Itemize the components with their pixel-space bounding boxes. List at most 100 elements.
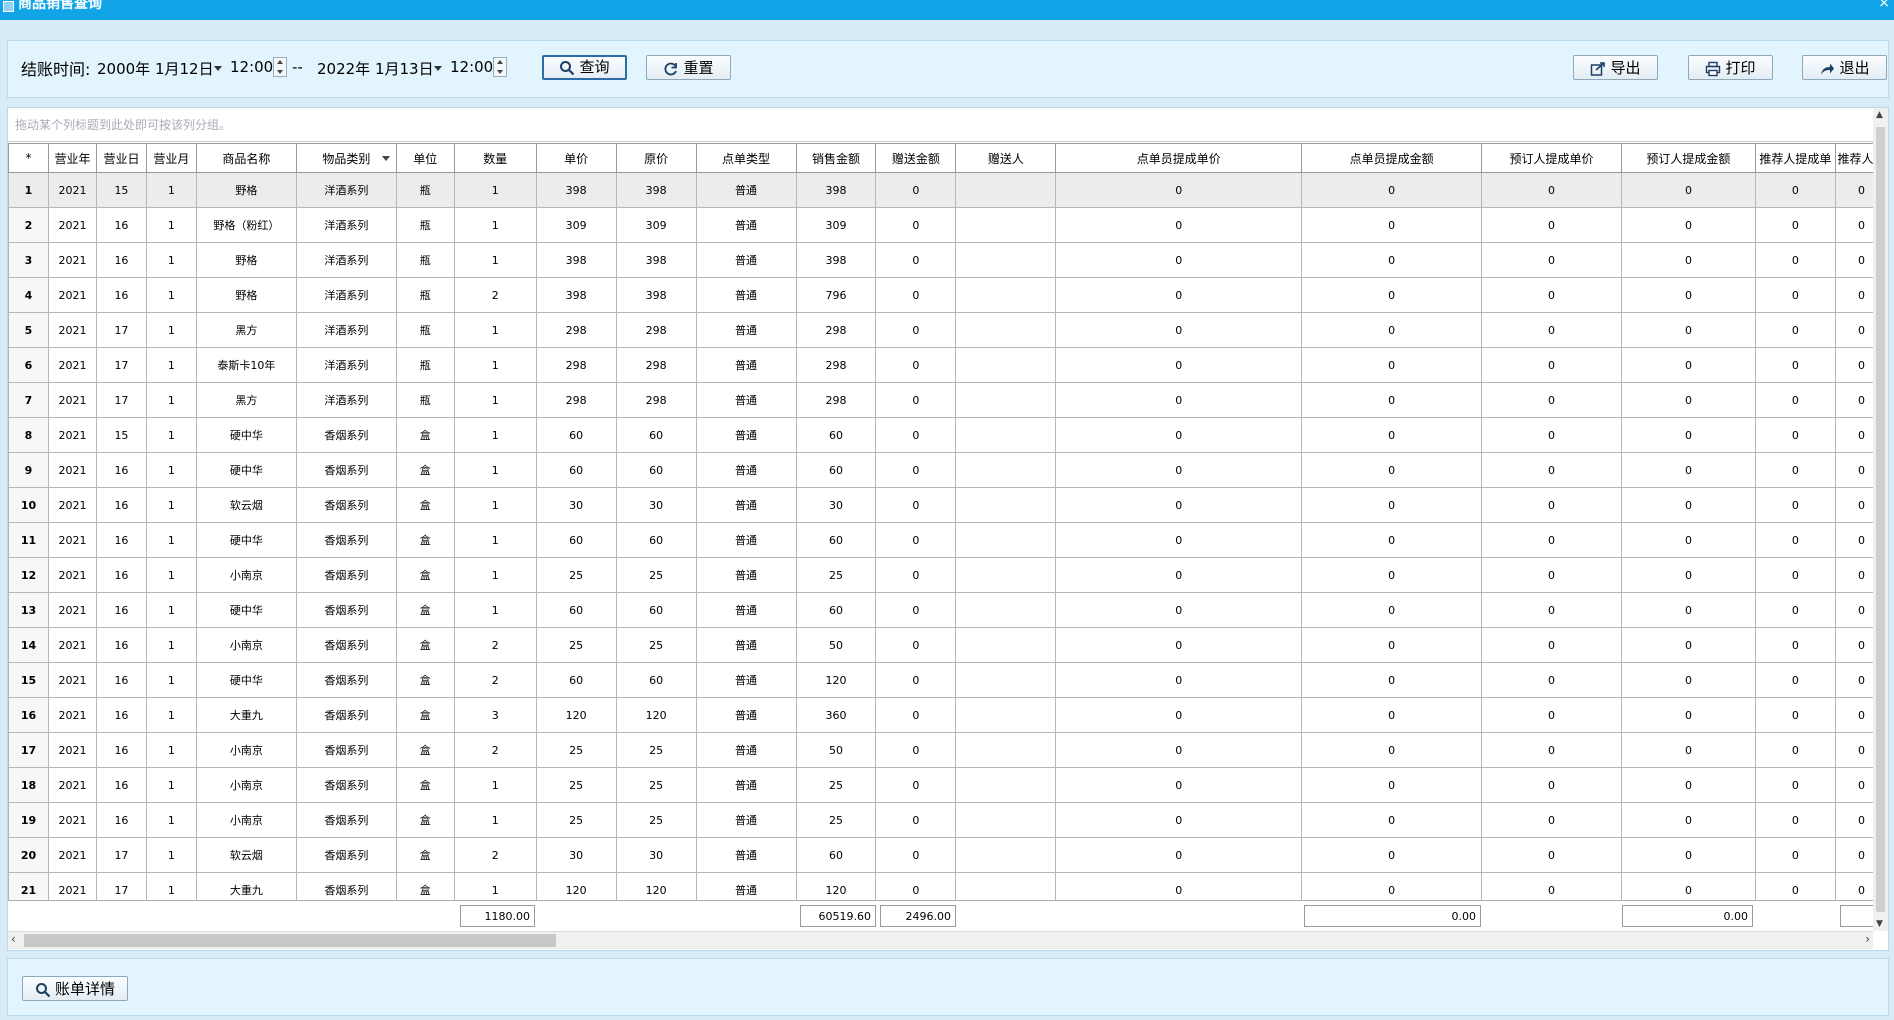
table-row[interactable]: 14 2021 16 1 小南京 香烟系列盒 2 25 25 普通 50 0 0 0 0 0 0 0 <box>8 627 1888 663</box>
table-cell: 1 <box>145 557 197 593</box>
table-row[interactable]: 2 2021 16 1 野格（粉红） 洋酒系列瓶 1 309 309 普通 309 0 0 0 0 0 0 0 <box>8 207 1888 243</box>
column-header[interactable]: 点单类型 <box>695 143 797 173</box>
table-cell: 0 <box>1055 487 1303 523</box>
query-button[interactable]: 查询 <box>542 55 627 80</box>
filter-dropdown-icon[interactable] <box>381 156 390 161</box>
group-by-drop-area[interactable]: 拖动某个列标题到此处即可按该列分组。 <box>8 108 1888 142</box>
table-cell: 0 <box>1055 417 1303 453</box>
scroll-left-icon[interactable]: ‹ <box>11 932 16 946</box>
table-row[interactable]: 7 2021 17 1 黑方 洋酒系列瓶 1 298 298 普通 298 0 0 0 0 0 0 0 <box>8 382 1888 418</box>
table-cell: 1 <box>145 732 197 768</box>
start-date-picker[interactable]: 2000年 1月12日 <box>97 58 214 79</box>
table-row[interactable]: 1 2021 15 1 野格 洋酒系列瓶 1 398 398 普通 398 0 0 0 0 0 0 0 <box>8 172 1888 208</box>
column-header[interactable]: 预订人提成金额 <box>1620 143 1756 173</box>
chevron-down-icon[interactable] <box>214 66 222 71</box>
start-time-input[interactable]: 12:00 <box>230 58 273 76</box>
table-cell: 15 <box>95 172 147 208</box>
print-button[interactable]: 打印 <box>1688 55 1773 80</box>
column-header[interactable]: 物品类别 <box>295 143 397 173</box>
table-row[interactable]: 11 2021 16 1 硬中华 香烟系列盒 1 60 60 普通 60 0 0 0 0 0 0 0 <box>8 522 1888 558</box>
table-cell: 1 <box>453 452 537 488</box>
column-header[interactable]: 销售金额 <box>795 143 877 173</box>
table-cell: 0 <box>1620 277 1756 313</box>
exit-button[interactable]: 退出 <box>1802 55 1887 80</box>
table-row[interactable]: 16 2021 16 1 大重九 香烟系列盒 3 120 120 普通 360 0 0 0 0 0 0 0 <box>8 697 1888 733</box>
table-row[interactable]: 20 2021 17 1 软云烟 香烟系列盒 2 30 30 普通 60 0 0 0 0 0 0 0 <box>8 837 1888 873</box>
row-number: 10 <box>8 487 49 523</box>
bill-detail-button[interactable]: 账单详情 <box>22 976 128 1001</box>
table-cell: 0 <box>1055 767 1303 803</box>
table-row[interactable]: 10 2021 16 1 软云烟 香烟系列盒 1 30 30 普通 30 0 0 0 0 0 0 0 <box>8 487 1888 523</box>
end-date-picker[interactable]: 2022年 1月13日 <box>317 58 434 79</box>
column-header[interactable]: 原价 <box>615 143 697 173</box>
column-header[interactable]: 预订人提成单价 <box>1481 143 1622 173</box>
table-cell: 0 <box>1481 242 1622 278</box>
vertical-scrollbar[interactable]: ▲ ▼ <box>1873 108 1888 931</box>
horizontal-scrollbar[interactable]: ‹ › <box>8 931 1873 949</box>
table-cell: 1 <box>145 487 197 523</box>
table-cell: 普通 <box>695 837 797 873</box>
table-cell: 0 <box>1481 732 1622 768</box>
table-row[interactable]: 5 2021 17 1 黑方 洋酒系列瓶 1 298 298 普通 298 0 0 0 0 0 0 0 <box>8 312 1888 348</box>
scroll-down-icon[interactable]: ▼ <box>1876 919 1883 929</box>
table-cell: 1 <box>145 837 197 873</box>
column-header[interactable]: 营业月 <box>145 143 197 173</box>
table-cell: 30 <box>795 487 877 523</box>
scroll-right-icon[interactable]: › <box>1865 932 1870 946</box>
close-icon[interactable]: × <box>1878 0 1890 11</box>
table-row[interactable]: 19 2021 16 1 小南京 香烟系列盒 1 25 25 普通 25 0 0 0 0 0 0 0 <box>8 802 1888 838</box>
column-header[interactable]: 赠送金额 <box>875 143 957 173</box>
table-cell: 0 <box>875 242 957 278</box>
column-header[interactable]: 数量 <box>453 143 537 173</box>
start-time-spinner[interactable] <box>273 57 287 77</box>
table-cell: 瓶 <box>395 382 455 418</box>
table-cell: 17 <box>95 312 147 348</box>
table-row[interactable]: 13 2021 16 1 硬中华 香烟系列盒 1 60 60 普通 60 0 0 0 0 0 0 0 <box>8 592 1888 628</box>
horizontal-scroll-thumb[interactable] <box>24 934 556 947</box>
table-cell: 0 <box>1301 627 1483 663</box>
table-cell: 0 <box>1620 417 1756 453</box>
table-cell: 瓶 <box>395 207 455 243</box>
reset-button[interactable]: 重置 <box>646 55 731 80</box>
table-cell: 2021 <box>47 767 97 803</box>
column-header[interactable]: 点单员提成单价 <box>1055 143 1303 173</box>
table-row[interactable]: 6 2021 17 1 泰斯卡10年 洋酒系列瓶 1 298 298 普通 298 0 0 0 0 0 0 0 <box>8 347 1888 383</box>
table-cell: 0 <box>875 592 957 628</box>
vertical-scroll-thumb[interactable] <box>1876 127 1885 912</box>
table-cell: 0 <box>1301 732 1483 768</box>
row-number: 17 <box>8 732 49 768</box>
table-row[interactable]: 17 2021 16 1 小南京 香烟系列盒 2 25 25 普通 50 0 0 0 0 0 0 0 <box>8 732 1888 768</box>
column-header[interactable]: 赠送人 <box>955 143 1057 173</box>
column-header[interactable]: 营业年 <box>47 143 97 173</box>
scroll-up-icon[interactable]: ▲ <box>1876 110 1883 120</box>
table-row[interactable]: 18 2021 16 1 小南京 香烟系列盒 1 25 25 普通 25 0 0 0 0 0 0 0 <box>8 767 1888 803</box>
end-time-spinner[interactable] <box>493 57 507 77</box>
table-cell: 25 <box>535 802 617 838</box>
end-time-input[interactable]: 12:00 <box>450 58 493 76</box>
table-cell: 野格 <box>195 172 297 208</box>
export-button[interactable]: 导出 <box>1573 55 1658 80</box>
table-cell: 2021 <box>47 802 97 838</box>
table-row[interactable]: 15 2021 16 1 硬中华 香烟系列盒 2 60 60 普通 120 0 0 0 0 0 0 0 <box>8 662 1888 698</box>
table-cell <box>955 207 1057 243</box>
table-row[interactable]: 9 2021 16 1 硬中华 香烟系列盒 1 60 60 普通 60 0 0 0 0 0 0 0 <box>8 452 1888 488</box>
table-row[interactable]: 4 2021 16 1 野格 洋酒系列瓶 2 398 398 普通 796 0 0 0 0 0 0 0 <box>8 277 1888 313</box>
column-header[interactable]: 点单员提成金额 <box>1301 143 1483 173</box>
table-cell: 0 <box>1754 312 1836 348</box>
column-header[interactable]: * <box>8 143 49 173</box>
table-cell: 1 <box>453 802 537 838</box>
chevron-down-icon[interactable] <box>434 66 442 71</box>
booking-commission-total: 0.00 <box>1622 905 1753 927</box>
column-header[interactable]: 单价 <box>535 143 617 173</box>
table-cell: 香烟系列 <box>295 557 397 593</box>
table-cell: 普通 <box>695 347 797 383</box>
table-cell: 0 <box>875 557 957 593</box>
table-row[interactable]: 8 2021 15 1 硬中华 香烟系列盒 1 60 60 普通 60 0 0 0 0 0 0 0 <box>8 417 1888 453</box>
column-header[interactable]: 单位 <box>395 143 455 173</box>
column-header[interactable]: 推荐人提成单 <box>1754 143 1836 173</box>
table-row[interactable]: 12 2021 16 1 小南京 香烟系列盒 1 25 25 普通 25 0 0 0 0 0 0 0 <box>8 557 1888 593</box>
table-row[interactable]: 3 2021 16 1 野格 洋酒系列瓶 1 398 398 普通 398 0 0 0 0 0 0 0 <box>8 242 1888 278</box>
table-cell: 0 <box>1301 487 1483 523</box>
column-header[interactable]: 商品名称 <box>195 143 297 173</box>
column-header[interactable]: 营业日 <box>95 143 147 173</box>
